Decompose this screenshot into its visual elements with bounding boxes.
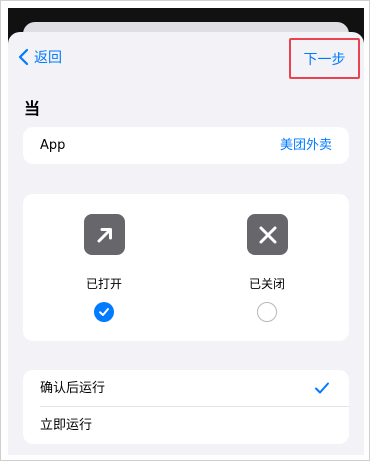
- app-row[interactable]: App 美团外卖: [23, 127, 349, 164]
- close-x-icon: [247, 214, 288, 255]
- state-picker: 已打开 已关闭: [23, 194, 349, 341]
- state-open-radio[interactable]: [94, 302, 114, 322]
- state-option-closed[interactable]: 已关闭: [207, 194, 327, 341]
- next-button[interactable]: 下一步: [289, 38, 360, 79]
- arrow-up-right-icon: [84, 214, 125, 255]
- next-label: 下一步: [303, 51, 346, 68]
- chevron-left-icon: [18, 48, 29, 66]
- back-label: 返回: [34, 50, 62, 66]
- run-option-label: 立即运行: [40, 418, 93, 433]
- checkmark-icon: [99, 308, 109, 316]
- state-open-label: 已打开: [85, 277, 122, 291]
- run-option-label: 确认后运行: [40, 381, 106, 396]
- app-row-label: App: [40, 138, 66, 153]
- screenshot-frame: 返回 下一步 当 App 美团外卖 已打开 已关闭 确认后运行 立即运行: [0, 0, 370, 461]
- run-option-immediate[interactable]: 立即运行: [23, 407, 349, 444]
- state-closed-radio[interactable]: [257, 302, 277, 322]
- app-row-value[interactable]: 美团外卖: [280, 127, 332, 164]
- run-option-confirm[interactable]: 确认后运行: [23, 370, 349, 407]
- checkmark-icon: [315, 382, 329, 394]
- section-title: 当: [24, 99, 41, 118]
- modal-sheet: 返回 下一步 当 App 美团外卖 已打开 已关闭 确认后运行 立即运行: [8, 32, 364, 455]
- run-options-list: 确认后运行 立即运行: [23, 370, 349, 444]
- back-button[interactable]: 返回: [17, 46, 62, 68]
- state-closed-label: 已关闭: [248, 277, 285, 291]
- state-option-open[interactable]: 已打开: [44, 194, 164, 341]
